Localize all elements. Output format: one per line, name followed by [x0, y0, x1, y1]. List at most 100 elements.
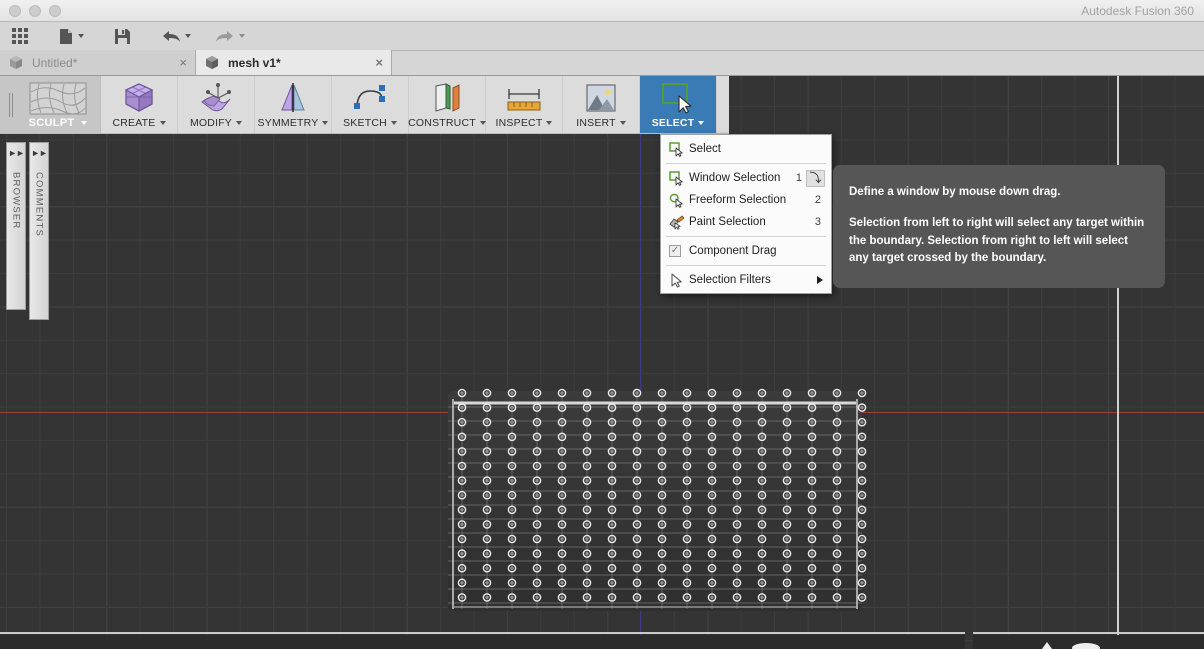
cube-icon — [206, 55, 218, 69]
spline-curve-icon — [353, 81, 387, 114]
ribbon-tab-label: SELECT — [652, 117, 705, 129]
construction-planes-icon — [430, 81, 464, 114]
document-tab-label: Untitled* — [32, 55, 78, 70]
ribbon-tab-label: SYMMETRY — [258, 117, 329, 129]
file-icon — [60, 28, 72, 44]
chevron-down-icon — [81, 121, 88, 125]
navigation-bar-icons[interactable] — [1020, 635, 1140, 649]
document-tab-bar: Untitled* × mesh v1* × — [0, 50, 1204, 76]
navigation-bar-strip-left[interactable] — [0, 635, 965, 649]
menu-item-window-selection[interactable]: Window Selection 1 ⤵ — [661, 167, 831, 189]
save-icon — [115, 28, 130, 44]
ribbon-toolbar: SCULPT CREATE MODIFY SYMMETRY SKETCH CON… — [0, 76, 729, 134]
ribbon-tab-label: INSPECT — [496, 117, 553, 129]
close-button[interactable] — [9, 4, 21, 17]
ribbon-tab-label: MODIFY — [190, 117, 243, 129]
new-file-button[interactable] — [52, 22, 90, 51]
chevron-down-icon — [159, 121, 166, 125]
menu-item-shortcut: 3 — [814, 216, 821, 228]
chevron-down-icon — [236, 121, 243, 125]
ribbon-tab-select[interactable]: SELECT — [640, 76, 717, 133]
ribbon-tab-inspect[interactable]: INSPECT — [486, 76, 563, 133]
ribbon-tab-label: SKETCH — [343, 117, 397, 129]
double-chevron-right-icon[interactable]: ►► — [31, 149, 48, 158]
menu-item-select[interactable]: Select — [661, 138, 831, 160]
window-controls[interactable] — [9, 4, 61, 17]
menu-divider — [666, 265, 826, 266]
undo-button[interactable] — [155, 22, 197, 51]
redo-arrow-icon — [216, 30, 233, 42]
menu-item-shortcut: 1 — [795, 172, 802, 184]
select-square-cursor-icon — [669, 141, 686, 157]
menu-item-label: Window Selection — [689, 172, 781, 184]
paint-brush-cursor-icon — [669, 214, 686, 230]
arrow-cursor-icon — [669, 273, 686, 288]
menu-item-label: Select — [689, 143, 721, 155]
menu-divider — [666, 163, 826, 164]
close-icon[interactable]: × — [179, 56, 187, 69]
grid-icon — [12, 28, 28, 44]
chevron-down-icon — [185, 34, 191, 38]
menu-item-paint-selection[interactable]: Paint Selection 3 — [661, 211, 831, 233]
tooltip-line-2: Selection from left to right will select… — [849, 216, 1145, 265]
comments-panel-collapsed[interactable]: ►► COMMENTS — [29, 142, 49, 320]
document-tab-label: mesh v1* — [228, 55, 281, 70]
chevron-down-icon — [78, 34, 84, 38]
quick-access-toolbar — [0, 22, 1204, 51]
chevron-down-icon — [239, 34, 245, 38]
tooltip-window-selection: Define a window by mouse down drag. Sele… — [833, 165, 1165, 289]
menu-item-label: Freeform Selection — [689, 194, 787, 206]
save-button[interactable] — [108, 22, 137, 51]
viewport-divider-horizontal-right — [973, 632, 1204, 634]
checkbox[interactable]: ✓ — [669, 245, 686, 257]
ribbon-tab-label: CREATE — [112, 117, 166, 129]
drag-handle[interactable] — [8, 92, 16, 117]
app-title: Autodesk Fusion 360 — [1081, 4, 1194, 18]
3d-viewport[interactable] — [0, 76, 1204, 649]
ribbon-tab-construct[interactable]: CONSTRUCT — [408, 76, 486, 133]
menu-item-selection-filters[interactable]: Selection Filters — [661, 269, 831, 291]
ribbon-tab-label: INSERT — [576, 117, 626, 129]
mirror-planes-icon — [276, 81, 310, 114]
tooltip-line-1: Define a window by mouse down drag. — [849, 186, 1061, 198]
browser-panel-label: BROWSER — [10, 172, 22, 230]
double-chevron-right-icon[interactable]: ►► — [8, 149, 25, 158]
chevron-down-icon — [698, 121, 705, 125]
redo-button[interactable] — [209, 22, 251, 51]
window-square-cursor-icon — [669, 170, 686, 186]
chevron-down-icon — [390, 121, 397, 125]
minimize-button[interactable] — [29, 4, 41, 17]
workspace-label: SCULPT — [29, 117, 88, 129]
menu-item-component-drag[interactable]: ✓ Component Drag — [661, 240, 831, 262]
chevron-down-icon — [479, 121, 486, 125]
ribbon-tab-modify[interactable]: MODIFY — [178, 76, 255, 133]
ribbon-tab-insert[interactable]: INSERT — [563, 76, 640, 133]
app-grid-button[interactable] — [0, 22, 34, 51]
zoom-button[interactable] — [49, 4, 61, 17]
selection-square-cursor-icon — [658, 81, 698, 114]
checkbox-check-icon: ✓ — [669, 245, 681, 257]
chevron-down-icon — [546, 121, 553, 125]
viewport-divider-horizontal-left — [0, 632, 965, 634]
document-tab-untitled[interactable]: Untitled* × — [0, 50, 196, 75]
menu-item-shortcut: 2 — [814, 194, 821, 206]
menu-item-label: Selection Filters — [689, 274, 771, 286]
ribbon-tab-label: CONSTRUCT — [408, 117, 486, 129]
select-dropdown-menu[interactable]: Select Window Selection 1 ⤵ Freeform Sel — [660, 134, 832, 294]
fusion360-window: Autodesk Fusion 360 Untitled* × mesh v1*… — [0, 0, 1204, 649]
chevron-right-icon — [817, 276, 823, 284]
menu-item-freeform-selection[interactable]: Freeform Selection 2 — [661, 189, 831, 211]
marking-menu-badge[interactable]: ⤵ — [806, 169, 825, 187]
chevron-down-icon — [619, 121, 626, 125]
menu-divider — [666, 236, 826, 237]
browser-panel-collapsed[interactable]: ►► BROWSER — [6, 142, 26, 310]
ribbon-tab-sketch[interactable]: SKETCH — [332, 76, 409, 133]
ribbon-tab-symmetry[interactable]: SYMMETRY — [255, 76, 332, 133]
close-icon[interactable]: × — [375, 56, 383, 69]
document-tab-mesh-v1[interactable]: mesh v1* × — [196, 50, 392, 75]
rounded-cube-icon — [122, 81, 156, 114]
ribbon-tab-create[interactable]: CREATE — [101, 76, 178, 133]
title-bar: Autodesk Fusion 360 — [0, 0, 1204, 22]
workspace-switcher-sculpt[interactable]: SCULPT — [0, 76, 101, 133]
t-spline-mesh-object[interactable] — [440, 381, 870, 621]
